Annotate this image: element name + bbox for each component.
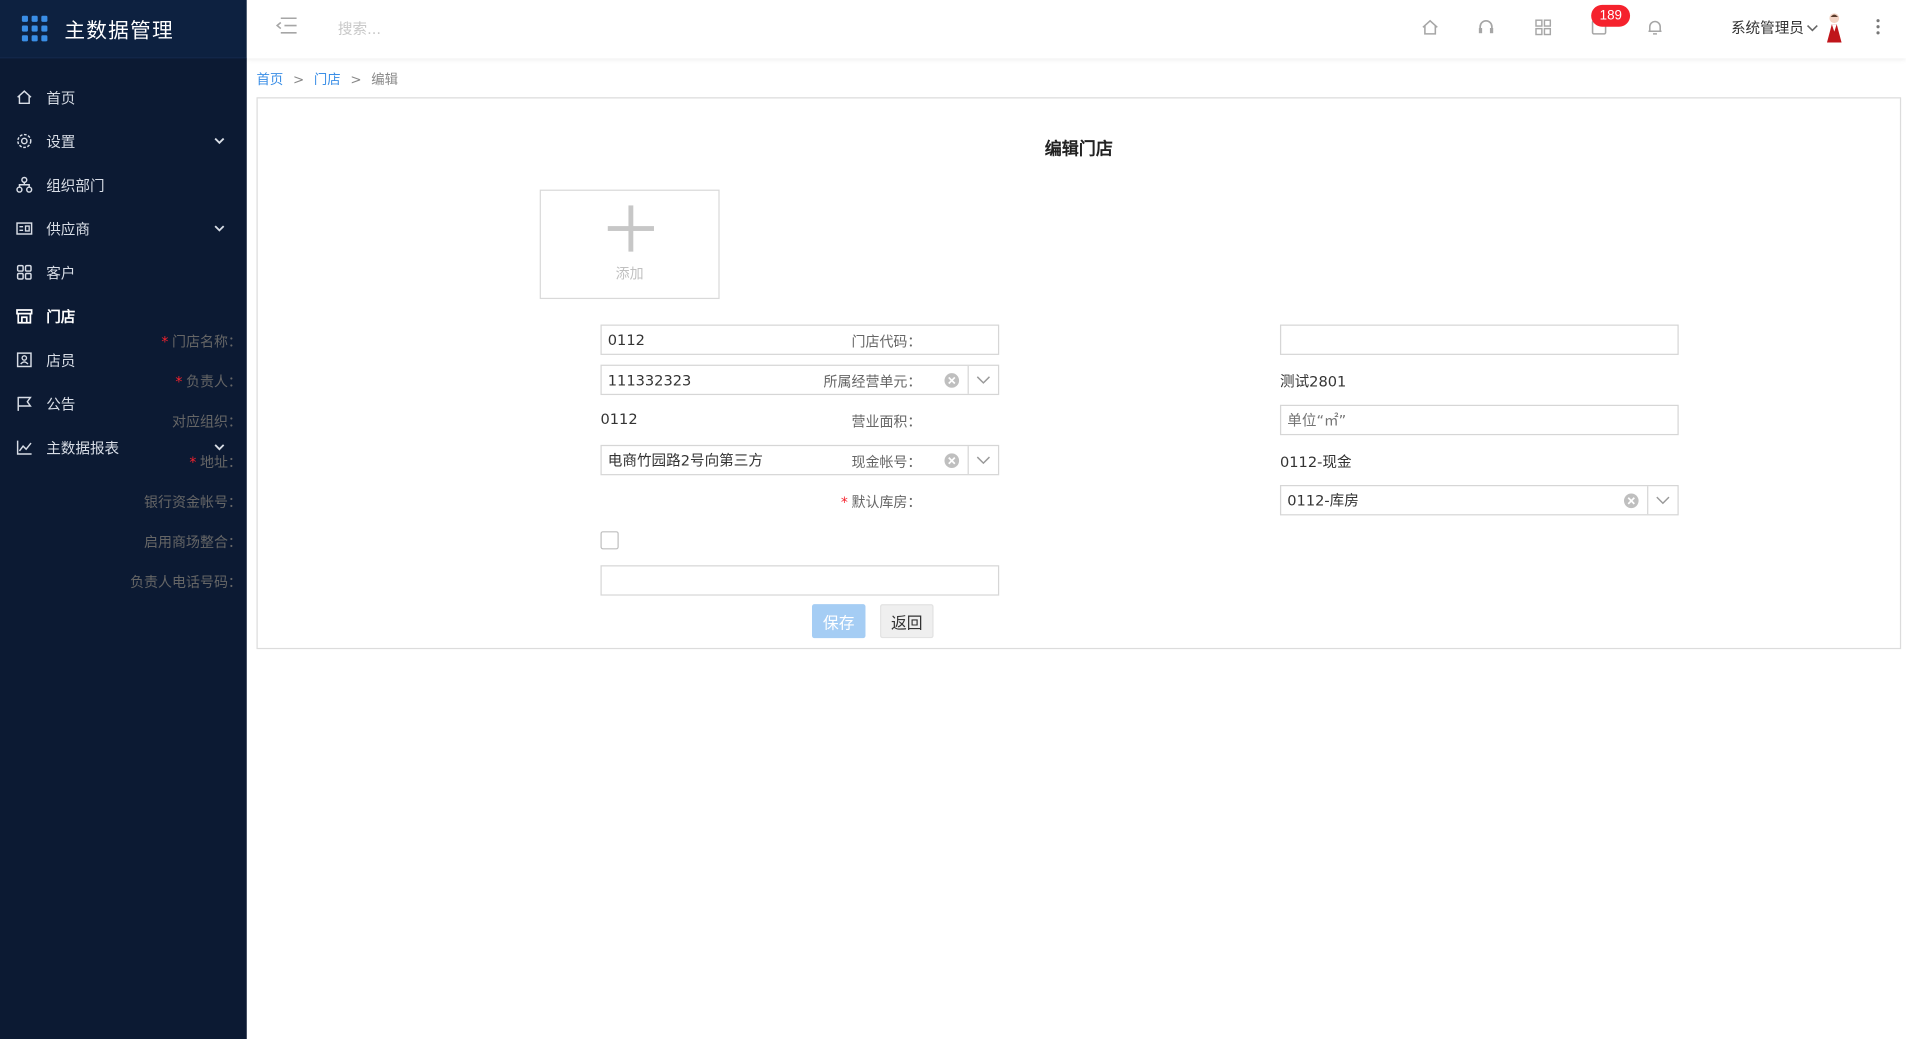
brand: 主数据管理 [0,0,247,59]
search-input[interactable] [337,15,582,43]
breadcrumb-home[interactable]: 首页 [256,69,283,88]
form-title: 编辑门店 [1044,139,1113,160]
back-button[interactable]: 返回 [880,604,934,639]
breadcrumb-current: 编辑 [371,71,399,88]
area-input[interactable] [1279,404,1679,436]
default-warehouse-label: * 默认库房： [840,493,922,511]
sidebar: 主数据管理 首页 设置 组织部门 供应商 客户 门店 店员 公告 主数据报表 [0,0,247,1039]
upload-label: 添加 [615,264,644,283]
org-tree-icon [15,175,34,194]
sidebar-menu: 首页 设置 组织部门 供应商 客户 门店 店员 公告 主数据报表 [0,58,247,469]
top-header: 189 系统管理员 [246,0,1906,59]
store-code-label: 门店代码： [851,333,922,351]
notification-count-badge: 189 [1591,4,1631,27]
gear-icon [15,131,34,150]
manager-label: * 负责人： [175,373,242,391]
sidebar-item-supplier[interactable]: 供应商 [0,207,247,251]
clear-icon[interactable] [943,371,960,388]
customer-icon [15,263,34,282]
image-upload[interactable]: 添加 [539,189,720,300]
chevron-down-icon[interactable] [1647,486,1677,515]
sidebar-item-label: 店员 [46,351,76,369]
required-mark: * [189,453,197,471]
supplier-card-icon [15,219,34,238]
breadcrumb-separator: > [292,71,305,87]
required-mark: * [161,333,169,351]
manager-phone-input[interactable] [600,565,1000,596]
home-icon[interactable] [1417,15,1441,39]
business-unit-label: 所属经营单元： [823,373,922,391]
sidebar-item-home[interactable]: 首页 [0,75,247,119]
default-warehouse-value: 0112-库房 [1287,492,1359,510]
chevron-down-icon [213,222,225,234]
chevron-down-icon[interactable] [967,365,998,394]
store-name-input[interactable] [600,324,1000,355]
sidebar-item-settings[interactable]: 设置 [0,119,247,163]
store-code-input[interactable] [1279,324,1679,355]
app-title: 主数据管理 [64,19,174,44]
store-name-label: * 门店名称： [161,333,242,351]
store-icon [15,306,34,325]
sidebar-item-label: 客户 [46,264,76,282]
breadcrumb-store[interactable]: 门店 [314,69,341,88]
apps-logo-icon [21,15,48,42]
menu-toggle-icon[interactable] [275,15,299,39]
sidebar-item-label: 首页 [46,89,76,107]
bell-icon[interactable] [1642,15,1666,39]
staff-badge-icon [15,350,34,369]
address-label: * 地址： [189,453,242,471]
save-button[interactable]: 保存 [811,604,866,639]
chevron-down-icon [213,135,225,147]
chevron-down-icon[interactable] [967,446,998,475]
org-value: 0112 [600,410,638,428]
clear-icon[interactable] [1623,492,1640,509]
user-name[interactable]: 系统管理员 [1731,17,1804,38]
app-root: 主数据管理 首页 设置 组织部门 供应商 客户 门店 店员 公告 主数据报表 搜… [0,0,1906,1039]
manager-select[interactable]: 111332323 [600,364,1000,396]
sidebar-item-customer[interactable]: 客户 [0,250,247,294]
edit-store-panel: 编辑门店 添加 *门店名称： *负责人： 111332323 对应组织： 011… [130,97,1902,650]
breadcrumb-separator: > [350,71,362,87]
breadcrumb: 首页 > 门店 > 编辑 [256,69,398,88]
sidebar-item-label: 门店 [46,308,76,326]
address-select[interactable]: 电商竹园路2号向第三方 [600,444,1000,476]
cash-account-label: 现金帐号： [851,453,922,471]
mall-integration-label: 启用商场整合： [144,533,242,551]
required-mark: * [175,373,183,391]
user-avatar[interactable] [1825,12,1844,44]
sidebar-item-label: 设置 [46,133,76,151]
headset-icon[interactable] [1473,15,1497,39]
bank-account-label: 银行资金帐号： [144,493,242,511]
business-unit-value: 测试2801 [1279,373,1347,391]
default-warehouse-select[interactable]: 0112-库房 [1279,485,1679,516]
org-label: 对应组织： [172,413,242,431]
sidebar-item-label: 公告 [46,395,76,413]
manager-phone-label: 负责人电话号码： [130,573,242,591]
required-mark: * [840,493,848,511]
area-label: 营业面积： [851,413,922,431]
home-icon [15,88,34,107]
clear-icon[interactable] [943,452,960,469]
sidebar-item-label: 组织部门 [46,176,105,194]
more-vertical-icon[interactable] [1872,15,1884,39]
plus-icon [607,205,654,252]
sidebar-item-label: 供应商 [46,220,90,238]
apps-grid-icon[interactable] [1530,15,1554,39]
mall-integration-checkbox[interactable] [600,531,619,550]
chevron-down-icon[interactable] [1806,19,1818,37]
line-chart-icon [15,438,34,457]
sidebar-item-label: 主数据报表 [46,439,120,457]
cash-account-value: 0112-现金 [1279,453,1352,471]
announcement-flag-icon [15,394,34,413]
sidebar-item-org[interactable]: 组织部门 [0,163,247,207]
